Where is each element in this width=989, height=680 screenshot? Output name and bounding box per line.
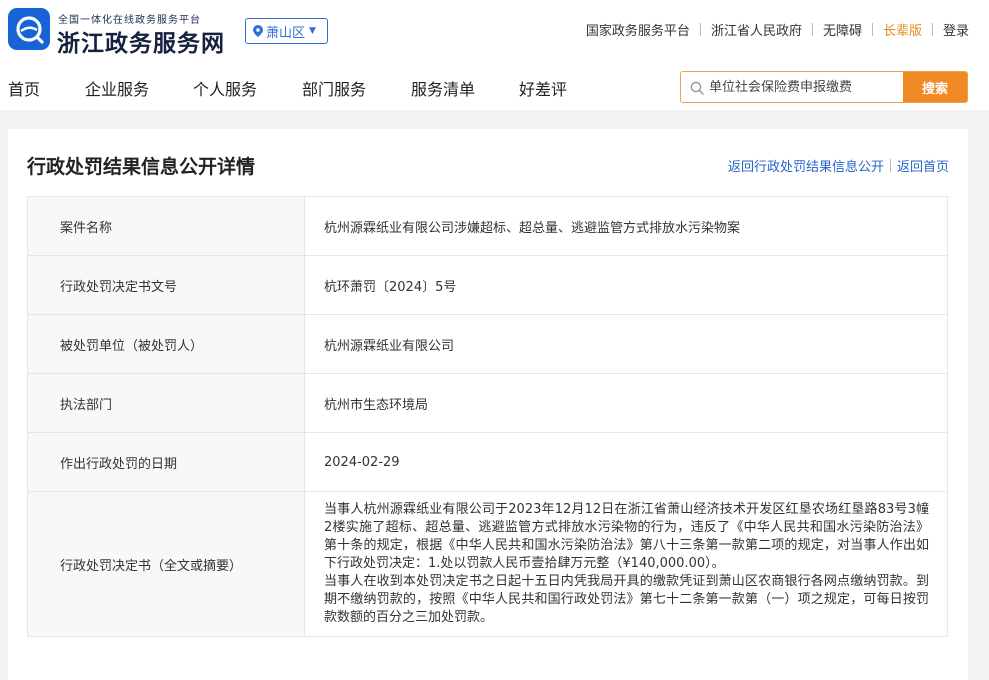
table-row: 执法部门 杭州市生态环境局 <box>27 373 948 433</box>
back-to-list-link[interactable]: 返回行政处罚结果信息公开 <box>728 156 884 175</box>
nav-item-department[interactable]: 部门服务 <box>302 76 366 100</box>
divider <box>889 159 891 172</box>
divider <box>699 23 701 36</box>
top-links: 国家政务服务平台 浙江省人民政府 无障碍 长辈版 登录 <box>586 20 969 39</box>
site-name[interactable]: 浙江政务服务网 <box>57 24 225 58</box>
field-value: 杭环萧罚〔2024〕5号 <box>304 255 948 315</box>
table-row: 行政处罚决定书（全文或摘要） 当事人杭州源霖纸业有限公司于2023年12月12日… <box>27 491 948 637</box>
caret-down-icon: ▼ <box>309 26 316 36</box>
field-label: 作出行政处罚的日期 <box>27 432 305 492</box>
location-pin-icon <box>253 25 263 37</box>
field-label: 行政处罚决定书（全文或摘要） <box>27 491 305 637</box>
divider <box>931 23 933 36</box>
nav-item-rating[interactable]: 好差评 <box>519 76 567 100</box>
field-label: 行政处罚决定书文号 <box>27 255 305 315</box>
detail-table: 案件名称 杭州源霖纸业有限公司涉嫌超标、超总量、逃避监管方式排放水污染物案 行政… <box>27 196 948 637</box>
region-selector[interactable]: 萧山区 ▼ <box>245 18 328 44</box>
decision-text: 当事人杭州源霖纸业有限公司于2023年12月12日在浙江省萧山经济技术开发区红垦… <box>304 491 948 637</box>
divider <box>871 23 873 36</box>
nav-item-service-list[interactable]: 服务清单 <box>411 76 475 100</box>
region-label: 萧山区 <box>266 25 306 41</box>
link-accessibility[interactable]: 无障碍 <box>823 20 862 39</box>
link-login[interactable]: 登录 <box>943 20 969 39</box>
search-icon <box>690 80 704 99</box>
field-value: 杭州市生态环境局 <box>304 373 948 433</box>
nav-item-personal[interactable]: 个人服务 <box>193 76 257 100</box>
link-elder-version[interactable]: 长辈版 <box>883 20 922 39</box>
page-title: 行政处罚结果信息公开详情 <box>27 156 256 178</box>
detail-card: 行政处罚结果信息公开详情 返回行政处罚结果信息公开 返回首页 案件名称 杭州源霖… <box>8 129 968 680</box>
table-row: 被处罚单位（被处罚人） 杭州源霖纸业有限公司 <box>27 314 948 374</box>
search-box: 搜索 <box>680 71 968 103</box>
nav-item-enterprise[interactable]: 企业服务 <box>85 76 149 100</box>
field-value: 杭州源霖纸业有限公司涉嫌超标、超总量、逃避监管方式排放水污染物案 <box>304 196 948 256</box>
zhejiang-logo-icon[interactable] <box>8 8 50 50</box>
link-zhejiang-government[interactable]: 浙江省人民政府 <box>711 20 802 39</box>
field-value: 杭州源霖纸业有限公司 <box>304 314 948 374</box>
field-value: 2024-02-29 <box>304 432 948 492</box>
table-row: 作出行政处罚的日期 2024-02-29 <box>27 432 948 492</box>
divider <box>811 23 813 36</box>
field-label: 执法部门 <box>27 373 305 433</box>
site-header: 全国一体化在线政务服务平台 浙江政务服务网 萧山区 ▼ 国家政务服务平台 浙江省… <box>0 0 989 110</box>
nav-item-home[interactable]: 首页 <box>8 76 40 100</box>
search-button[interactable]: 搜索 <box>903 72 967 102</box>
field-label: 案件名称 <box>27 196 305 256</box>
field-label: 被处罚单位（被处罚人） <box>27 314 305 374</box>
card-links: 返回行政处罚结果信息公开 返回首页 <box>728 156 949 175</box>
link-national-platform[interactable]: 国家政务服务平台 <box>586 20 690 39</box>
search-input[interactable] <box>709 72 899 102</box>
back-to-home-link[interactable]: 返回首页 <box>897 156 949 175</box>
table-row: 行政处罚决定书文号 杭环萧罚〔2024〕5号 <box>27 255 948 315</box>
table-row: 案件名称 杭州源霖纸业有限公司涉嫌超标、超总量、逃避监管方式排放水污染物案 <box>27 196 948 256</box>
